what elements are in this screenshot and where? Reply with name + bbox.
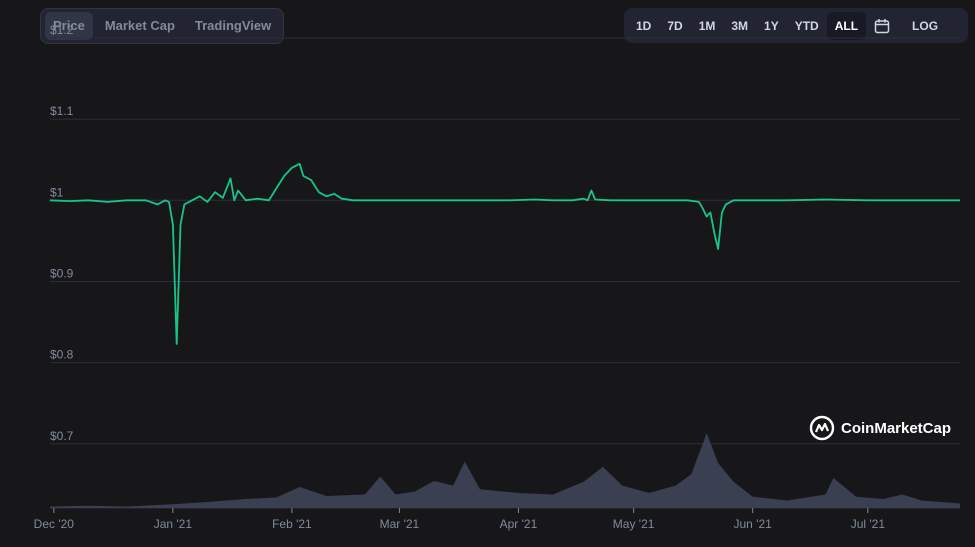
y-tick-label: $0.7 bbox=[50, 429, 74, 443]
x-tick-label: Jan '21 bbox=[154, 517, 193, 531]
y-tick-label: $0.8 bbox=[50, 348, 74, 362]
y-tick-label: $1 bbox=[50, 185, 64, 199]
x-tick-label: May '21 bbox=[613, 517, 655, 531]
coinmarketcap-logo-icon bbox=[809, 415, 835, 441]
x-tick-label: Feb '21 bbox=[272, 517, 312, 531]
price-chart: $0.7 $0.8 $0.9 $1 $1.1 $1.2 Dec '20 Jan '21 Feb … bbox=[34, 23, 960, 531]
watermark: CoinMarketCap bbox=[809, 415, 951, 441]
watermark-text: CoinMarketCap bbox=[841, 419, 952, 437]
x-tick-label: Jun '21 bbox=[733, 517, 772, 531]
x-tick-label: Mar '21 bbox=[380, 517, 420, 531]
x-tick-label: Dec '20 bbox=[34, 517, 75, 531]
y-tick-label: $1.1 bbox=[50, 104, 74, 118]
price-line bbox=[49, 162, 960, 345]
x-tick-label: Jul '21 bbox=[851, 517, 886, 531]
x-tick-label: Apr '21 bbox=[500, 517, 538, 531]
y-tick-label: $1.2 bbox=[50, 23, 74, 37]
y-tick-label: $0.9 bbox=[50, 266, 74, 280]
